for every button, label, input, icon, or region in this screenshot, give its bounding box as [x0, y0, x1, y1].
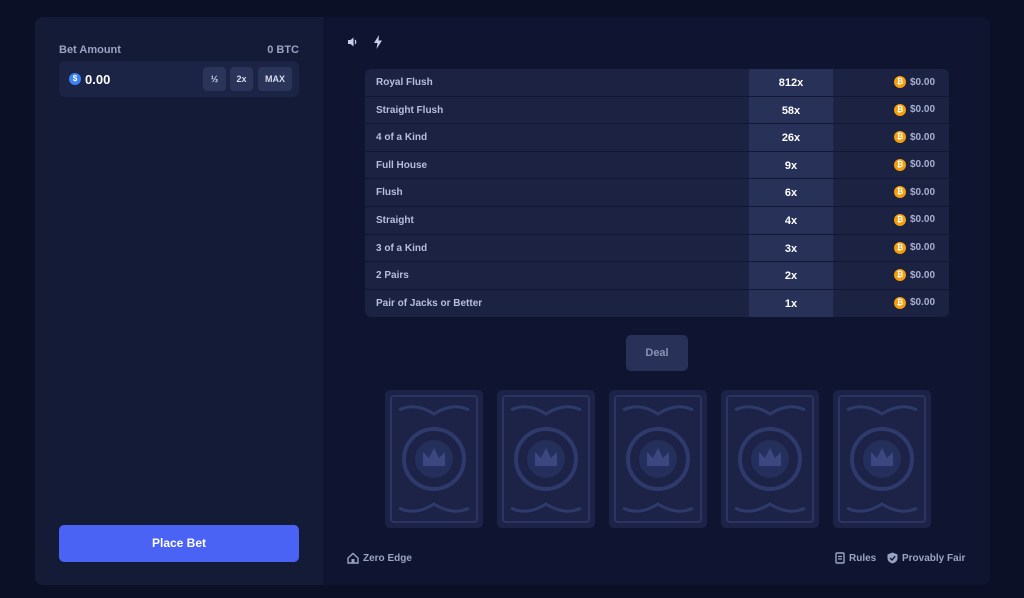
house-icon [347, 552, 359, 564]
hand-name: Straight Flush [376, 104, 444, 116]
bitcoin-icon: ₿ [894, 269, 906, 282]
payout: ₿ $0.00 [894, 103, 936, 116]
bitcoin-icon: ₿ [894, 131, 906, 144]
bitcoin-icon: ₿ [894, 186, 906, 199]
provably-fair-label: Provably Fair [902, 552, 966, 564]
bet-amount-label: Bet Amount [59, 44, 121, 56]
payout-value: $0.00 [910, 242, 936, 254]
bolt-icon[interactable] [373, 35, 383, 49]
multiplier-cell: 9x [749, 151, 833, 179]
bet-btc-amount: 0 BTC [267, 44, 299, 56]
paytable: Royal Flush 812x ₿ $0.00 Straight Flush 5… [365, 69, 949, 317]
card-back[interactable] [609, 390, 707, 528]
multiplier: 26x [781, 132, 801, 145]
multiplier-cell: 3x [749, 234, 833, 262]
hand-name: Pair of Jacks or Better [376, 297, 483, 309]
crown-emblem-icon [846, 405, 918, 513]
paytable-row: Flush 6x ₿ $0.00 [365, 179, 949, 207]
crown-emblem-icon [398, 405, 470, 513]
hand-name: 3 of a Kind [376, 242, 428, 254]
hand-name: 4 of a Kind [376, 132, 428, 144]
payout-value: $0.00 [910, 104, 936, 116]
payout: ₿ $0.00 [894, 131, 936, 144]
payout-value: $0.00 [910, 76, 936, 88]
card-back[interactable] [721, 390, 819, 528]
multiplier: 1x [784, 297, 798, 310]
payout: ₿ $0.00 [894, 158, 936, 171]
bet-header: Bet Amount 0 BTC [59, 44, 299, 56]
multiplier: 2x [784, 270, 798, 283]
paytable-row: 2 Pairs 2x ₿ $0.00 [365, 262, 949, 290]
hand-name: Straight [376, 214, 414, 226]
payout-value: $0.00 [910, 214, 936, 226]
multiplier-cell: 2x [749, 262, 833, 289]
payout-value: $0.00 [910, 297, 936, 309]
zero-edge-label: Zero Edge [363, 552, 412, 564]
document-icon [835, 552, 845, 564]
dollar-coin-icon: $ [69, 73, 81, 85]
payout: ₿ $0.00 [894, 269, 936, 282]
multiplier: 3x [784, 242, 798, 255]
multiplier-cell: 6x [749, 179, 833, 206]
bitcoin-icon: ₿ [894, 158, 906, 171]
hand-name: 2 Pairs [376, 270, 409, 282]
multiplier-cell: 4x [749, 206, 833, 234]
multiplier: 9x [784, 159, 798, 172]
card-back[interactable] [833, 390, 931, 528]
bet-amount-field[interactable]: $ 0.00 ½ 2x MAX [59, 61, 299, 97]
payout-value: $0.00 [910, 269, 936, 281]
paytable-row: Pair of Jacks or Better 1x ₿ $0.00 [365, 289, 949, 317]
max-bet-button[interactable]: MAX [258, 67, 292, 91]
bitcoin-icon: ₿ [894, 213, 906, 226]
payout: ₿ $0.00 [894, 296, 936, 309]
zero-edge-link[interactable]: Zero Edge [347, 552, 412, 564]
bet-amount-value[interactable]: 0.00 [85, 72, 110, 87]
crown-emblem-icon [510, 405, 582, 513]
paytable-row: Straight 4x ₿ $0.00 [365, 206, 949, 235]
multiplier: 58x [781, 104, 801, 117]
multiplier-cell: 58x [749, 96, 833, 124]
payout-value: $0.00 [910, 159, 936, 171]
rules-link[interactable]: Rules [835, 552, 876, 564]
bet-sidebar: Bet Amount 0 BTC $ 0.00 ½ 2x MAX Place B… [35, 17, 323, 585]
payout: ₿ $0.00 [894, 241, 936, 254]
hand-name: Full House [376, 159, 428, 171]
paytable-row: Royal Flush 812x ₿ $0.00 [365, 69, 949, 97]
crown-emblem-icon [734, 405, 806, 513]
paytable-row: 4 of a Kind 26x ₿ $0.00 [365, 124, 949, 152]
paytable-row: Full House 9x ₿ $0.00 [365, 151, 949, 180]
half-bet-button[interactable]: ½ [203, 67, 226, 91]
card-back[interactable] [385, 390, 483, 528]
deal-button[interactable]: Deal [626, 335, 688, 371]
payout: ₿ $0.00 [894, 213, 936, 226]
payout-value: $0.00 [910, 186, 936, 198]
paytable-row: Straight Flush 58x ₿ $0.00 [365, 96, 949, 125]
hand-name: Royal Flush [376, 77, 433, 88]
multiplier: 6x [784, 187, 798, 200]
multiplier: 4x [784, 214, 798, 227]
bitcoin-icon: ₿ [894, 241, 906, 254]
card-back[interactable] [497, 390, 595, 528]
payout: ₿ $0.00 [894, 186, 936, 199]
paytable-row: 3 of a Kind 3x ₿ $0.00 [365, 234, 949, 263]
hand-name: Flush [376, 187, 403, 199]
multiplier: 812x [778, 77, 804, 89]
bitcoin-icon: ₿ [894, 296, 906, 309]
sound-icon[interactable] [347, 36, 359, 48]
rules-label: Rules [849, 552, 877, 564]
payout: ₿ $0.00 [894, 76, 935, 88]
multiplier-cell: 812x [749, 69, 833, 96]
shield-check-icon [887, 552, 898, 564]
multiplier-cell: 26x [749, 124, 833, 151]
bitcoin-icon: ₿ [894, 76, 906, 88]
provably-fair-link[interactable]: Provably Fair [887, 552, 965, 564]
bitcoin-icon: ₿ [894, 103, 906, 116]
multiplier-cell: 1x [749, 289, 833, 317]
payout-value: $0.00 [910, 131, 936, 143]
place-bet-button[interactable]: Place Bet [59, 525, 299, 562]
double-bet-button[interactable]: 2x [230, 67, 253, 91]
game-window: Bet Amount 0 BTC $ 0.00 ½ 2x MAX Place B… [35, 17, 990, 585]
crown-emblem-icon [622, 405, 694, 513]
